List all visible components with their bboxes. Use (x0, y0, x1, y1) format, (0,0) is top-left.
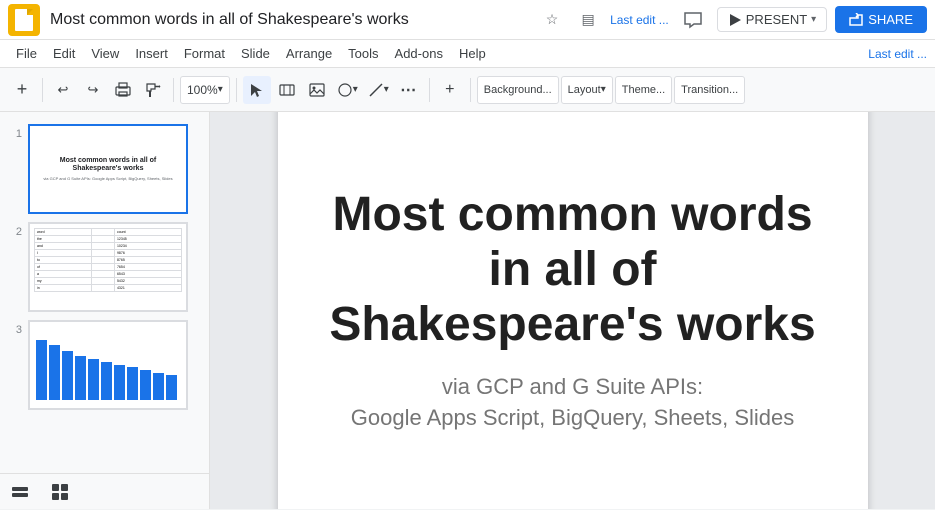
transition-label: Transition... (681, 84, 738, 96)
layout-label: Layout (568, 84, 601, 96)
shapes-icon (337, 82, 353, 98)
image-icon (309, 82, 325, 98)
paint-format-button[interactable] (139, 76, 167, 104)
insert-plus-icon: + (445, 81, 454, 99)
slide-item-1[interactable]: 1 Most common words in all of Shakespear… (0, 120, 209, 218)
zoom-level: 100% (187, 83, 218, 97)
star-icon[interactable]: ☆ (538, 6, 566, 34)
subtitle-line2: Google Apps Script, BigQuery, Sheets, Sl… (351, 405, 795, 430)
menu-bar: File Edit View Insert Format Slide Arran… (0, 40, 935, 68)
thumb2-table: wordcount the12345 and10234 I9876 to8765… (34, 228, 182, 292)
redo-icon (88, 82, 99, 98)
more-icon: ⋯ (400, 80, 417, 100)
print-button[interactable] (109, 76, 137, 104)
present-button[interactable]: PRESENT ▾ (717, 7, 827, 32)
list-view-button[interactable] (0, 474, 40, 510)
separator-2 (173, 78, 174, 102)
bottom-nav (0, 473, 210, 509)
insert-comment-button[interactable]: + (436, 76, 464, 104)
canvas-area[interactable]: Most common words in all of Shakespeare'… (210, 112, 935, 509)
thumb1-title: Most common words in all of Shakespeare'… (36, 157, 180, 174)
toolbar: + 100% ▾ ▾ ▾ ⋯ + Background... (0, 68, 935, 112)
comments-button[interactable] (677, 4, 709, 36)
layout-button[interactable]: Layout ▾ (561, 76, 613, 104)
undo-button[interactable] (49, 76, 77, 104)
slide-item-2[interactable]: 2 wordcount the12345 and10234 I9876 to87… (0, 218, 209, 316)
more-tools-button[interactable]: ⋯ (395, 76, 423, 104)
title-icons: ☆ ▤ Last edit ... PRESENT ▾ SHARE (538, 4, 927, 36)
slide-canvas[interactable]: Most common words in all of Shakespeare'… (278, 112, 868, 509)
menu-help[interactable]: Help (451, 44, 494, 63)
app-icon (8, 4, 40, 36)
menu-edit[interactable]: Edit (45, 44, 83, 63)
main-area: 1 Most common words in all of Shakespear… (0, 112, 935, 509)
slide-thumbnail-3[interactable] (28, 320, 188, 410)
shapes-button[interactable]: ▾ (333, 76, 362, 104)
menu-format[interactable]: Format (176, 44, 233, 63)
slide-main-title[interactable]: Most common words in all of Shakespeare'… (318, 187, 828, 353)
thumb1-subtitle: via GCP and G Suite APIs: Google Apps Sc… (43, 176, 172, 181)
theme-label: Theme... (622, 84, 665, 96)
undo-icon (58, 82, 69, 98)
separator-5 (470, 78, 471, 102)
redo-button[interactable] (79, 76, 107, 104)
grid-view-button[interactable] (40, 474, 80, 510)
menu-addons[interactable]: Add-ons (387, 44, 451, 63)
list-view-icon (11, 483, 29, 501)
subtitle-line1: via GCP and G Suite APIs: (442, 374, 703, 399)
grid-view-icon (51, 483, 69, 501)
slide-subtitle: via GCP and G Suite APIs: Google Apps Sc… (351, 372, 795, 434)
shapes-chevron: ▾ (353, 84, 358, 95)
slide-thumbnail-1[interactable]: Most common words in all of Shakespeare'… (28, 124, 188, 214)
textbox-icon (279, 82, 295, 98)
separator-1 (42, 78, 43, 102)
share-button[interactable]: SHARE (835, 6, 927, 33)
separator-3 (236, 78, 237, 102)
menu-insert[interactable]: Insert (127, 44, 176, 63)
transition-button[interactable]: Transition... (674, 76, 745, 104)
thumb3-chart (30, 322, 186, 404)
menu-arrange[interactable]: Arrange (278, 44, 340, 63)
line-button[interactable]: ▾ (364, 76, 393, 104)
line-chevron: ▾ (384, 84, 389, 95)
line-icon (368, 82, 384, 98)
select-tool-button[interactable] (243, 76, 271, 104)
menu-view[interactable]: View (83, 44, 127, 63)
cursor-icon (249, 82, 265, 98)
folder-icon[interactable]: ▤ (574, 6, 602, 34)
slide-thumbnail-2[interactable]: wordcount the12345 and10234 I9876 to8765… (28, 222, 188, 312)
last-edit-link[interactable]: Last edit ... (610, 13, 669, 27)
add-slide-button[interactable]: + (8, 76, 36, 104)
slide-number-2: 2 (8, 226, 22, 238)
zoom-button[interactable]: 100% ▾ (180, 76, 230, 104)
zoom-chevron: ▾ (218, 84, 223, 95)
menu-file[interactable]: File (8, 44, 45, 63)
slide-number-1: 1 (8, 128, 22, 140)
slide-panel: 1 Most common words in all of Shakespear… (0, 112, 210, 509)
theme-button[interactable]: Theme... (615, 76, 672, 104)
menu-slide[interactable]: Slide (233, 44, 278, 63)
separator-4 (429, 78, 430, 102)
slide-item-3[interactable]: 3 (0, 316, 209, 414)
background-button[interactable]: Background... (477, 76, 559, 104)
paint-format-icon (145, 82, 161, 98)
menu-tools[interactable]: Tools (340, 44, 386, 63)
title-bar: Most common words in all of Shakespeare'… (0, 0, 935, 40)
layout-chevron: ▾ (601, 84, 606, 95)
text-box-button[interactable] (273, 76, 301, 104)
print-icon (115, 82, 131, 98)
background-label: Background... (484, 84, 552, 96)
slide-number-3: 3 (8, 324, 22, 336)
present-chevron: ▾ (811, 14, 816, 25)
last-edit-menu[interactable]: Last edit ... (868, 47, 927, 61)
image-button[interactable] (303, 76, 331, 104)
doc-title[interactable]: Most common words in all of Shakespeare'… (50, 11, 538, 29)
